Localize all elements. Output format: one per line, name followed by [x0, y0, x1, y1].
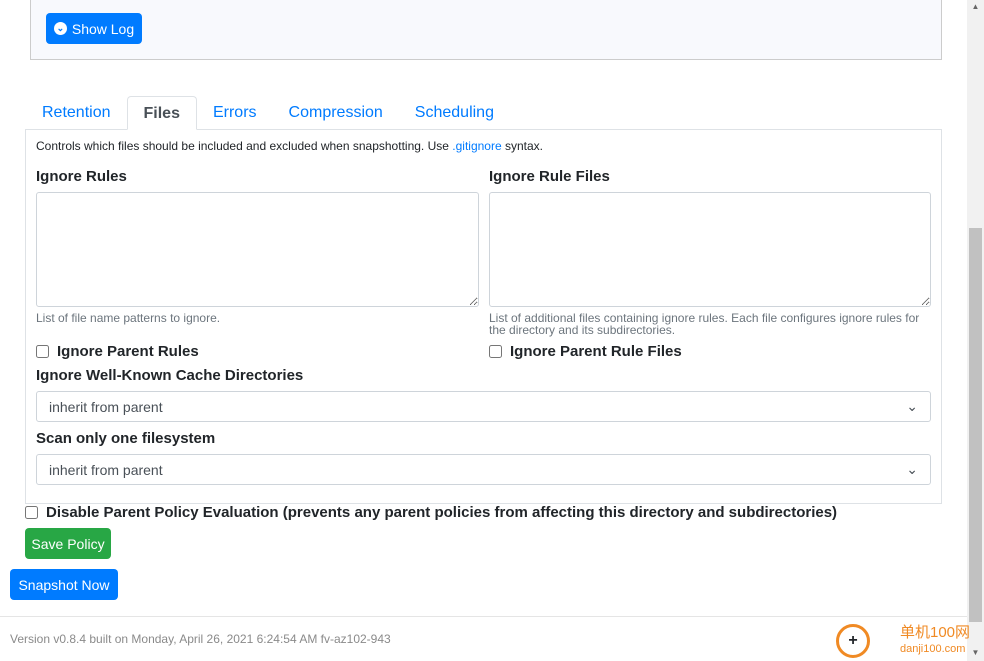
tab-retention[interactable]: Retention — [26, 96, 127, 130]
chevron-down-circle-icon: ⌄ — [53, 22, 67, 35]
save-policy-button[interactable]: Save Policy — [25, 528, 111, 559]
ignore-parent-rule-files-checkbox[interactable]: Ignore Parent Rule Files — [489, 343, 682, 360]
ignore-rule-files-label: Ignore Rule Files — [489, 168, 610, 185]
ignore-parent-rules-checkbox[interactable]: Ignore Parent Rules — [36, 343, 199, 360]
ignore-rule-files-input[interactable] — [489, 192, 931, 307]
watermark-icon: + — [836, 623, 870, 658]
scrollbar-thumb[interactable] — [969, 228, 982, 622]
cache-dirs-label: Ignore Well-Known Cache Directories — [36, 367, 304, 384]
ignore-rules-input[interactable] — [36, 192, 479, 307]
disable-parent-checkbox[interactable]: Disable Parent Policy Evaluation (preven… — [25, 504, 837, 521]
one-fs-label: Scan only one filesystem — [36, 430, 216, 447]
cache-dirs-select[interactable]: inherit from parent ⌄ — [36, 391, 931, 422]
chevron-down-icon: ⌄ — [906, 461, 918, 477]
tab-scheduling[interactable]: Scheduling — [399, 96, 510, 130]
ignore-rules-label: Ignore Rules — [36, 168, 127, 185]
watermark-logo: + 单机100网 danji100.com — [836, 620, 984, 661]
ignore-rule-files-help: List of additional files containing igno… — [489, 311, 920, 337]
tab-compression[interactable]: Compression — [273, 96, 399, 130]
show-log-button[interactable]: ⌄ Show Log — [46, 13, 142, 44]
ignore-parent-rule-files-input[interactable] — [489, 345, 502, 358]
snapshot-now-button[interactable]: Snapshot Now — [10, 569, 118, 600]
files-description: Controls which files should be included … — [36, 139, 543, 153]
one-fs-select[interactable]: inherit from parent ⌄ — [36, 454, 931, 485]
scroll-up-icon[interactable]: ▲ — [969, 2, 982, 11]
gitignore-link[interactable]: .gitignore — [452, 139, 501, 153]
ignore-rules-help: List of file name patterns to ignore. — [36, 311, 221, 325]
tab-errors[interactable]: Errors — [197, 96, 273, 130]
chevron-down-icon: ⌄ — [906, 398, 918, 414]
policy-tabs: Retention Files Errors Compression Sched… — [26, 96, 510, 130]
tab-files[interactable]: Files — [126, 96, 197, 130]
disable-parent-input[interactable] — [25, 506, 38, 519]
ignore-parent-rules-input[interactable] — [36, 345, 49, 358]
version-info: Version v0.8.4 built on Monday, April 26… — [10, 632, 391, 646]
log-panel — [30, 0, 942, 60]
